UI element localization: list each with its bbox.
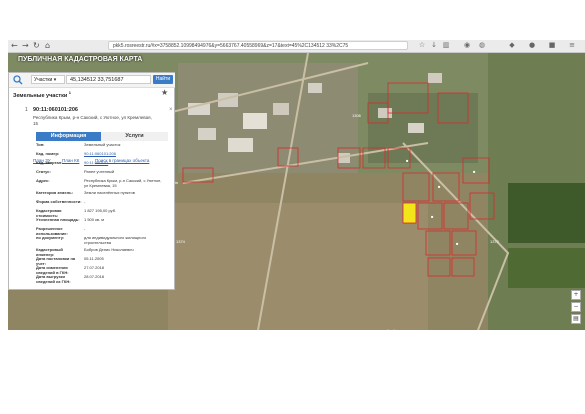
detail-key: Дата выгрузки сведений из ГКН: [36, 274, 71, 284]
search-icon[interactable] [13, 75, 23, 85]
parcel-label: 1372 [490, 239, 499, 244]
extension-icon[interactable]: ■ [548, 41, 556, 49]
detail-value: для индивидуального жилищного строительс… [84, 235, 147, 245]
detail-row: Дата выгрузки сведений из ГКН: 28.07.2018 [36, 274, 166, 284]
detail-key: Статус: [36, 169, 51, 174]
detail-value: - [84, 226, 86, 231]
downloads-icon[interactable]: ↓ [430, 41, 438, 49]
find-button[interactable]: Найти [153, 75, 173, 84]
extension-icon[interactable]: ◉ [463, 41, 471, 49]
details-tabs: Информация Услуги [36, 132, 168, 141]
menu-icon[interactable]: ≡ [568, 41, 576, 49]
parcel-label: 1374 [176, 239, 185, 244]
zoom-out-icon[interactable]: − [571, 302, 581, 312]
card-address: Республика Крым, р-н Сакский, с Уютное, … [33, 115, 152, 126]
close-icon[interactable]: × [169, 107, 173, 113]
details-list: Тип: Земельный участок Кад. номер: 90:11:06… [36, 142, 166, 284]
tab-services[interactable]: Услуги [101, 132, 168, 141]
back-arrow-icon[interactable]: ← [11, 41, 18, 51]
star-icon[interactable]: ★ [161, 88, 168, 97]
tab-information[interactable]: Информация [36, 132, 101, 141]
layers-icon[interactable]: ▤ [571, 314, 581, 324]
detail-value: Республика Крым, р-н Сакский, с Уютное, … [84, 178, 162, 188]
detail-key: Кад. квартал: [36, 160, 63, 165]
map-tools: + − ▤ [571, 290, 581, 326]
detail-value: 05.11.2005 [84, 256, 104, 261]
detail-value: Земли населённых пунктов [84, 190, 135, 195]
detail-key: Уточненная площадь: [36, 217, 80, 222]
search-type-label: Участки [34, 77, 53, 83]
detail-value: 1 827 195,00 руб. [84, 208, 117, 213]
zoom-in-icon[interactable]: + [571, 290, 581, 300]
card-cadastral-number: 90:11:060101:206 [33, 107, 78, 113]
section-count: 1 [68, 90, 72, 95]
reload-icon[interactable]: ↻ [33, 41, 40, 51]
browser-toolbar: ← → ↻ ⌂ pkk5.rosreestr.ru/#x=3758852.109… [8, 40, 585, 53]
home-icon[interactable]: ⌂ [45, 41, 50, 51]
detail-key: Кад. номер: [36, 151, 60, 156]
extension-icon[interactable]: ◍ [478, 41, 486, 49]
map-title: ПУБЛИЧНАЯ КАДАСТРОВАЯ КАРТА [18, 56, 143, 63]
detail-key: Форма собственности: [36, 199, 82, 204]
search-type-select[interactable]: Участки ▾ [31, 75, 65, 84]
detail-key: Адрес: [36, 178, 50, 183]
forward-arrow-icon[interactable]: → [22, 41, 29, 51]
extension-icon[interactable]: ● [528, 41, 536, 49]
bookmark-icon[interactable]: ☆ [418, 41, 426, 49]
detail-key: Тип: [36, 142, 45, 147]
detail-value: 27.07.2018 [84, 265, 105, 270]
card-index: 1 [25, 107, 28, 113]
section-title-text: Земельные участки [13, 92, 68, 99]
detail-value[interactable]: 90:11:060101:206 [84, 151, 166, 157]
detail-key: по документу: [36, 235, 65, 240]
detail-value: Бобров Денис Николаевич [84, 247, 134, 252]
detail-value: 1 500 кв. м [84, 217, 104, 222]
parcel-label: 1306 [352, 113, 361, 118]
detail-value: Ранее учтенный [84, 169, 115, 174]
watermark: УЗНАЙ [320, 330, 401, 355]
detail-value[interactable]: 90:11:060101 [84, 160, 166, 166]
search-row: Участки ▾ 45,134512 33,751687 Найти [9, 73, 175, 88]
detail-value: 28.07.2018 [84, 274, 105, 279]
section-title: Земельные участки 1 [13, 90, 71, 99]
detail-key: Категория земель: [36, 190, 73, 195]
library-icon[interactable]: ▥ [442, 41, 450, 49]
coordinates-input[interactable]: 45,134512 33,751687 [66, 75, 151, 84]
detail-value: Земельный участок [84, 142, 121, 147]
extension-icon[interactable]: ◆ [508, 41, 516, 49]
detail-value: - [84, 199, 86, 204]
url-input[interactable]: pkk5.rosreestr.ru/#x=3758852.10998494976… [108, 41, 408, 50]
